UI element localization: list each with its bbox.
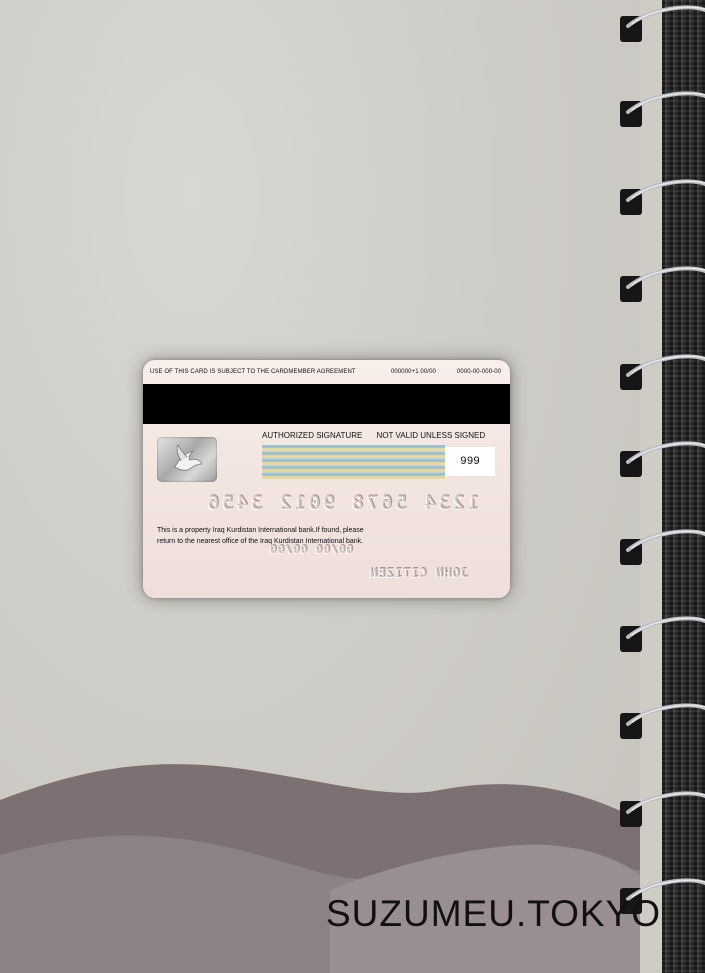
not-valid-label: NOT VALID UNLESS SIGNED <box>376 431 486 440</box>
authorized-signature-label: AUTHORIZED SIGNATURE <box>262 431 363 440</box>
phone-number-1: 000000+1 00/00 <box>391 369 436 375</box>
card-top-line: USE OF THIS CARD IS SUBJECT TO THE CARDM… <box>143 369 510 381</box>
credit-card-back: USE OF THIS CARD IS SUBJECT TO THE CARDM… <box>143 360 510 598</box>
phone-number-2: 0000-00-000-00 <box>457 369 502 375</box>
cardmember-notice: USE OF THIS CARD IS SUBJECT TO THE CARDM… <box>150 369 356 375</box>
card-number-embossed: 1234 5678 9012 3456 <box>204 492 479 514</box>
dove-hologram-icon <box>157 437 217 482</box>
cardholder-embossed: JOHN CITIZEN <box>369 566 468 580</box>
expiry-embossed: 00/00 00/00 <box>269 543 353 556</box>
cvv-code: 999 <box>445 447 495 476</box>
signature-strip <box>262 445 445 479</box>
signature-labels: AUTHORIZED SIGNATURE NOT VALID UNLESS SI… <box>262 431 485 440</box>
magnetic-stripe <box>143 384 510 424</box>
photo-scene: USE OF THIS CARD IS SUBJECT TO THE CARDM… <box>0 0 705 973</box>
watermark-text: SUZUMEU.TOKYO <box>326 893 662 934</box>
property-line-1: This is a property Iraq Kurdistan Intern… <box>157 527 364 534</box>
